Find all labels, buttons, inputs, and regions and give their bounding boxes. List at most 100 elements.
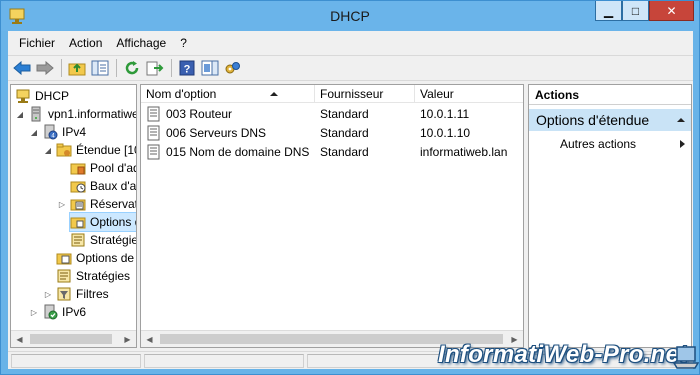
tree-label: Réservations: [90, 197, 136, 211]
column-header-vendor[interactable]: Fournisseur: [315, 85, 415, 103]
list-item[interactable]: 015 Nom de domaine DNS Standard informat…: [141, 142, 523, 161]
tree-label: Options d'étendue: [90, 215, 136, 229]
tree-item-dhcp[interactable]: DHCP: [15, 87, 69, 105]
tree-item-scope-options[interactable]: Options d'étendue: [68, 212, 136, 232]
list-header: Nom d'option Fournisseur Valeur: [141, 85, 523, 103]
tree-label: IPv6: [62, 305, 87, 319]
expand-arrow-icon[interactable]: ▷: [29, 308, 39, 317]
forward-icon[interactable]: [34, 57, 56, 79]
menu-help[interactable]: ?: [173, 34, 194, 52]
toolbar-separator: [116, 59, 117, 77]
collapse-section-icon[interactable]: [677, 118, 685, 122]
dhcp-icon: [16, 89, 30, 103]
menu-action[interactable]: Action: [62, 34, 109, 52]
tree-label: Étendue [10.0.1.0] VPN: [76, 143, 136, 157]
option-vendor: Standard: [320, 144, 369, 159]
toolbar: ?: [8, 55, 693, 81]
option-value: informatiweb.lan: [420, 144, 508, 159]
configure-icon[interactable]: [222, 57, 244, 79]
filters-icon: [57, 287, 71, 301]
refresh-icon[interactable]: [121, 57, 143, 79]
scroll-thumb[interactable]: [30, 334, 112, 344]
results-pane[interactable]: Nom d'option Fournisseur Valeur 003 Rout…: [140, 84, 524, 348]
tree-label: Pool d'adresses: [90, 161, 136, 175]
status-cell: [11, 354, 141, 368]
list-item[interactable]: 006 Serveurs DNS Standard 10.0.1.10: [141, 123, 523, 142]
back-icon[interactable]: [11, 57, 33, 79]
option-vendor: Standard: [320, 125, 369, 140]
scroll-right-icon[interactable]: ▶: [119, 331, 136, 347]
menu-affichage[interactable]: Affichage: [109, 34, 173, 52]
address-pool-icon: [70, 163, 86, 175]
status-cell: [144, 354, 304, 368]
tree-item-scope-policies[interactable]: Stratégies: [70, 231, 136, 249]
collapse-arrow-icon[interactable]: ◢: [43, 146, 53, 155]
option-value: 10.0.1.11: [420, 106, 470, 121]
tree-item-address-leases[interactable]: Baux d'adresses: [70, 177, 137, 195]
tree-item-ipv6[interactable]: ▷ IPv6: [29, 303, 86, 321]
actions-section-scope-options[interactable]: Options d'étendue: [529, 109, 691, 131]
tree-label: Stratégies: [76, 269, 131, 283]
option-name: 015 Nom de domaine DNS: [166, 144, 310, 159]
svg-text:?: ?: [184, 64, 191, 76]
close-button[interactable]: ✕: [649, 1, 694, 21]
collapse-arrow-icon[interactable]: ◢: [29, 128, 39, 137]
reservations-icon: [70, 199, 86, 211]
column-header-value[interactable]: Valeur: [415, 85, 523, 103]
option-icon: [147, 125, 160, 140]
tree-label: Baux d'adresses: [90, 179, 137, 193]
minimize-button[interactable]: ▁: [595, 1, 622, 21]
show-hide-action-pane-icon[interactable]: [199, 57, 221, 79]
export-list-icon[interactable]: [144, 57, 166, 79]
sort-ascending-icon: [270, 92, 279, 96]
menu-fichier[interactable]: Fichier: [12, 34, 62, 52]
expand-arrow-icon[interactable]: ▷: [43, 290, 53, 299]
up-folder-icon[interactable]: [66, 57, 88, 79]
option-vendor: Standard: [320, 106, 369, 121]
tree-item-address-pool[interactable]: Pool d'adresses: [70, 159, 136, 177]
tree-label: Filtres: [76, 287, 109, 301]
more-actions-label: Autres actions: [560, 137, 637, 151]
ipv6-icon: [44, 304, 58, 320]
expand-arrow-icon[interactable]: ▷: [57, 200, 67, 209]
tree-item-server[interactable]: ◢ vpn1.informatiweb.lan: [15, 105, 136, 123]
tree-horizontal-scrollbar[interactable]: ◀ ▶: [11, 330, 136, 347]
column-header-option-name[interactable]: Nom d'option: [141, 85, 315, 103]
policies-icon: [71, 233, 85, 247]
tree-item-server-policies[interactable]: Stratégies: [56, 267, 130, 285]
tree-label: DHCP: [35, 89, 70, 103]
show-hide-tree-icon[interactable]: [89, 57, 111, 79]
toolbar-separator: [171, 59, 172, 77]
tree-label: Stratégies: [90, 233, 136, 247]
help-icon[interactable]: ?: [176, 57, 198, 79]
tree-item-server-options[interactable]: Options de serveur: [56, 249, 136, 267]
actions-pane: Actions Options d'étendue Autres actions: [528, 84, 692, 348]
list-item[interactable]: 003 Routeur Standard 10.0.1.11: [141, 104, 523, 123]
option-name: 006 Serveurs DNS: [166, 125, 267, 140]
watermark-laptop-icon: [673, 346, 699, 369]
maximize-button[interactable]: □: [622, 1, 649, 21]
scope-options-icon: [70, 217, 86, 229]
tree-item-scope[interactable]: ◢ Étendue [10.0.1.0] VPN: [43, 141, 136, 159]
console-tree[interactable]: DHCP ◢ vpn1.informatiweb.lan ◢ 4 IPv4 ◢ …: [10, 84, 137, 348]
submenu-arrow-icon: [680, 140, 685, 148]
tree-label: Options de serveur: [76, 251, 136, 265]
dhcp-window: DHCP ▁ □ ✕ Fichier Action Affichage ? ? …: [0, 0, 700, 375]
scroll-left-icon[interactable]: ◀: [141, 331, 158, 347]
address-leases-icon: [70, 181, 86, 193]
actions-title: Actions: [529, 85, 691, 105]
server-options-icon: [56, 253, 72, 265]
tree-label: vpn1.informatiweb.lan: [48, 107, 136, 121]
collapse-arrow-icon[interactable]: ◢: [15, 110, 25, 119]
tree-item-ipv4[interactable]: ◢ 4 IPv4: [29, 123, 86, 141]
scroll-left-icon[interactable]: ◀: [11, 331, 28, 347]
tree-item-reservations[interactable]: ▷ Réservations: [57, 195, 136, 213]
tree-item-filters[interactable]: ▷ Filtres: [43, 285, 109, 303]
policies-icon: [57, 269, 71, 283]
ipv4-icon: 4: [44, 124, 58, 140]
more-actions-item[interactable]: Autres actions: [529, 135, 691, 153]
title-bar[interactable]: DHCP ▁ □ ✕: [1, 1, 699, 31]
server-icon: [31, 106, 41, 122]
watermark-text: InformatiWeb-Pro.net: [438, 341, 688, 368]
option-icon: [147, 144, 160, 159]
